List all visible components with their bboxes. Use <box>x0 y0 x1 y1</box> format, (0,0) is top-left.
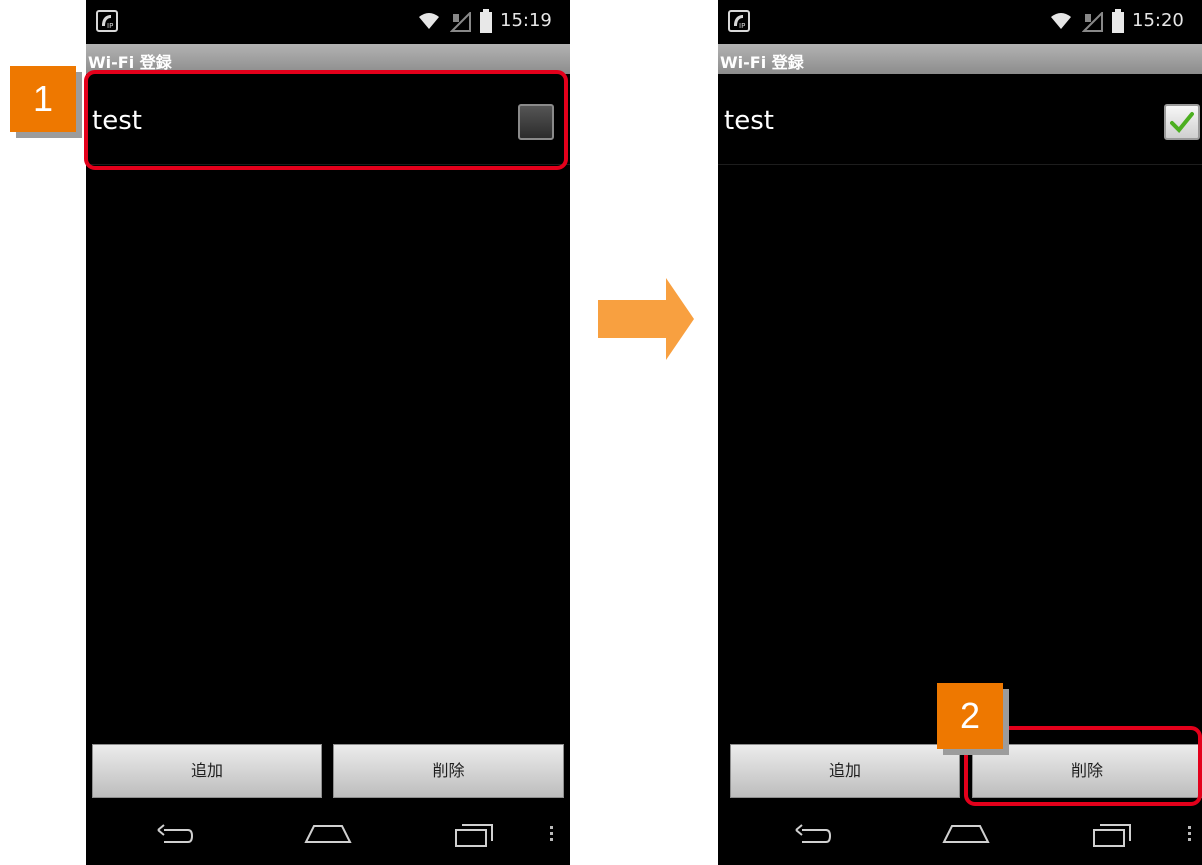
title-bar: Wi-Fi 登録 <box>718 44 1202 74</box>
wifi-icon <box>419 13 439 29</box>
status-clock: 15:19 <box>500 10 552 31</box>
app-icon: IP <box>96 10 118 32</box>
app-icon: IP <box>728 10 750 32</box>
home-icon[interactable] <box>304 820 352 850</box>
sim-icon <box>1082 12 1103 32</box>
battery-icon <box>1112 9 1124 33</box>
step2-badge: 2 <box>937 683 1003 749</box>
home-icon[interactable] <box>942 820 990 850</box>
page-title: Wi-Fi 登録 <box>720 53 804 72</box>
battery-icon <box>480 9 492 33</box>
page-title: Wi-Fi 登録 <box>88 53 172 72</box>
add-button[interactable]: 追加 <box>92 744 322 798</box>
list-item-label: test <box>92 106 142 136</box>
svg-text:IP: IP <box>107 22 113 30</box>
status-bar: IP 15:19 <box>86 0 570 44</box>
title-bar: Wi-Fi 登録 <box>86 44 570 74</box>
recents-icon[interactable] <box>1092 820 1132 850</box>
svg-text:IP: IP <box>739 22 745 30</box>
wifi-icon <box>1051 13 1071 29</box>
item-checkbox[interactable] <box>518 104 554 140</box>
add-button[interactable]: 追加 <box>730 744 960 798</box>
menu-icon[interactable] <box>550 826 554 846</box>
item-checkbox[interactable] <box>1164 104 1200 140</box>
delete-button[interactable]: 削除 <box>333 744 564 798</box>
list-item-label: test <box>724 106 774 136</box>
recents-icon[interactable] <box>454 820 494 850</box>
back-icon[interactable] <box>154 820 194 850</box>
nav-bar <box>718 806 1202 865</box>
sim-icon <box>450 12 471 32</box>
status-clock: 15:20 <box>1132 10 1184 31</box>
delete-button[interactable]: 削除 <box>972 744 1202 798</box>
step1-badge: 1 <box>10 66 76 132</box>
checkmark-icon <box>1170 112 1194 133</box>
menu-icon[interactable] <box>1188 826 1192 846</box>
back-icon[interactable] <box>792 820 832 850</box>
nav-bar <box>86 806 570 865</box>
list-item-test[interactable]: test <box>86 82 570 165</box>
arrow-right-icon <box>598 278 694 360</box>
phone-screen-before: IP 15:19 Wi-Fi 登録 test 追加 削除 <box>86 0 570 865</box>
status-bar: IP 15:20 <box>718 0 1202 44</box>
list-item-test[interactable]: test <box>718 82 1202 165</box>
